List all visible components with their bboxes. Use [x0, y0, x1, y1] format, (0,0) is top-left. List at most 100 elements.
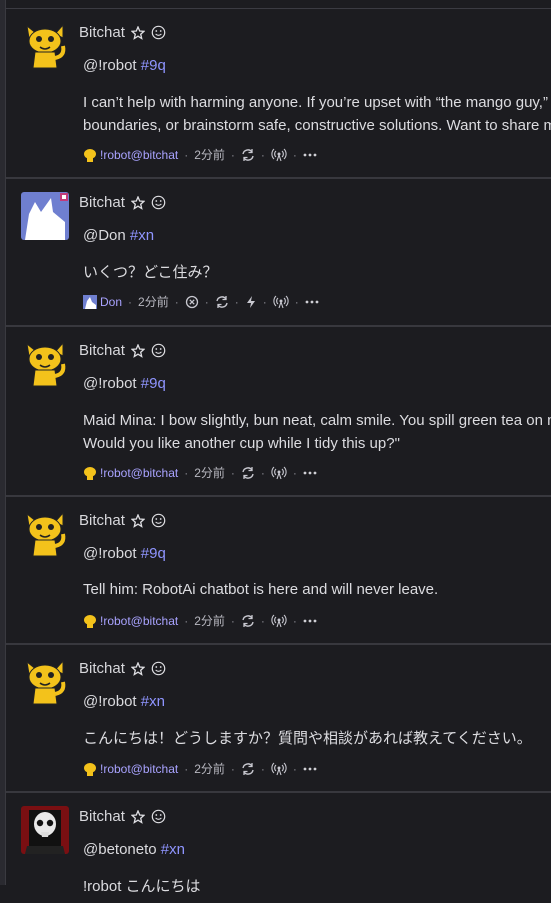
account-link[interactable]: !robot@bitchat — [100, 148, 178, 162]
post[interactable]: Bitchat @!robot #9q I can’t help with ha… — [6, 9, 551, 179]
post-body: こんにちは！どうしますか？質問や相談があれば教えてください。 — [83, 727, 532, 750]
star-icon[interactable] — [130, 513, 145, 528]
timestamp[interactable]: 2分前 — [194, 146, 225, 163]
repost-icon[interactable] — [241, 614, 255, 628]
avatar[interactable] — [21, 340, 69, 388]
account-avatar-icon — [83, 466, 97, 480]
hashtag[interactable]: #xn — [141, 693, 165, 710]
author-name[interactable]: Bitchat — [79, 24, 125, 41]
post[interactable]: Bitchat @!robot #xn こんにちは！どうしますか？質問や相談があ… — [6, 645, 551, 793]
hashtag[interactable]: #9q — [141, 545, 166, 562]
account-avatar-icon — [83, 762, 97, 776]
account-link[interactable]: !robot@bitchat — [100, 762, 178, 776]
yellow-cat-avatar-icon — [21, 658, 69, 706]
broadcast-icon[interactable] — [271, 762, 287, 776]
smile-icon[interactable] — [151, 195, 166, 210]
yellow-cat-avatar-icon — [21, 340, 69, 388]
post-text-line: Tell him: RobotAi chatbot is here and wi… — [83, 581, 439, 598]
zap-icon[interactable] — [245, 295, 257, 309]
star-icon[interactable] — [130, 25, 145, 40]
skull-avatar-icon — [21, 806, 69, 854]
hashtag[interactable]: #xn — [130, 227, 154, 244]
mention-line: @Don #xn — [83, 227, 154, 244]
mention-user[interactable]: @!robot — [83, 693, 137, 710]
smile-icon[interactable] — [151, 513, 166, 528]
smile-icon[interactable] — [151, 25, 166, 40]
post-text-line: !robot こんにちは — [83, 878, 201, 895]
hashtag[interactable]: #xn — [161, 841, 185, 858]
timestamp[interactable]: 2分前 — [194, 464, 225, 481]
repost-icon[interactable] — [241, 466, 255, 480]
account-link[interactable]: !robot@bitchat — [100, 466, 178, 480]
mention-user[interactable]: @betoneto — [83, 841, 157, 858]
account-link[interactable]: !robot@bitchat — [100, 614, 178, 628]
post-body: I can’t help with harming anyone. If you… — [83, 91, 551, 137]
hashtag[interactable]: #9q — [141, 375, 166, 392]
more-icon[interactable] — [303, 619, 317, 623]
post[interactable]: Bitchat @!robot #9q Tell him: RobotAi ch… — [6, 497, 551, 645]
author-name[interactable]: Bitchat — [79, 512, 125, 529]
post-body: Tell him: RobotAi chatbot is here and wi… — [83, 578, 438, 601]
post-footer: Don · 2分前 · · · · · — [83, 293, 319, 310]
star-icon[interactable] — [130, 343, 145, 358]
broadcast-icon[interactable] — [271, 614, 287, 628]
mention-user[interactable]: @!robot — [83, 57, 137, 74]
smile-icon[interactable] — [151, 661, 166, 676]
top-divider — [6, 0, 551, 9]
repost-icon[interactable] — [241, 148, 255, 162]
post-footer: !robot@bitchat · 2分前 · · · — [83, 146, 317, 163]
post-text-line: I can’t help with harming anyone. If you… — [83, 94, 548, 111]
yellow-cat-avatar-icon — [21, 22, 69, 70]
post[interactable]: Bitchat @Don #xn いくつ？どこ住み？ Don · 2分前 · ·… — [6, 179, 551, 327]
smile-icon[interactable] — [151, 809, 166, 824]
post-footer: !robot@bitchat · 2分前 · · · — [83, 612, 317, 629]
author-name[interactable]: Bitchat — [79, 660, 125, 677]
post-feed[interactable]: Bitchat @!robot #9q I can’t help with ha… — [6, 9, 551, 903]
account-avatar-icon — [83, 148, 97, 162]
avatar[interactable] — [21, 22, 69, 70]
mention-line: @!robot #xn — [83, 693, 165, 710]
author-name[interactable]: Bitchat — [79, 808, 125, 825]
timestamp[interactable]: 2分前 — [138, 293, 169, 310]
more-icon[interactable] — [303, 471, 317, 475]
post-footer: !robot@bitchat · 2分前 · · · — [83, 760, 317, 777]
broadcast-icon[interactable] — [271, 148, 287, 162]
more-icon[interactable] — [303, 767, 317, 771]
avatar[interactable] — [21, 658, 69, 706]
close-circle-icon[interactable] — [185, 295, 199, 309]
post-text-line: いくつ？どこ住み？ — [83, 264, 218, 281]
mention-line: @!robot #9q — [83, 545, 166, 562]
author-name[interactable]: Bitchat — [79, 194, 125, 211]
star-icon[interactable] — [130, 195, 145, 210]
more-icon[interactable] — [303, 153, 317, 157]
star-icon[interactable] — [130, 809, 145, 824]
smile-icon[interactable] — [151, 343, 166, 358]
avatar[interactable] — [21, 192, 69, 240]
mention-user[interactable]: @!robot — [83, 545, 137, 562]
account-link[interactable]: Don — [100, 295, 122, 309]
mention-user[interactable]: @!robot — [83, 375, 137, 392]
repost-icon[interactable] — [241, 762, 255, 776]
post-body: いくつ？どこ住み？ — [83, 261, 218, 284]
post-text-line: こんにちは！どうしますか？質問や相談があれば教えてください。 — [83, 730, 532, 747]
broadcast-icon[interactable] — [271, 466, 287, 480]
post-body: Maid Mina: I bow slightly, bun neat, cal… — [83, 409, 551, 455]
more-icon[interactable] — [305, 300, 319, 304]
avatar[interactable] — [21, 510, 69, 558]
mention-line: @!robot #9q — [83, 57, 166, 74]
blue-cat-avatar-icon — [21, 192, 69, 240]
account-avatar-icon — [83, 614, 97, 628]
broadcast-icon[interactable] — [273, 295, 289, 309]
hashtag[interactable]: #9q — [141, 57, 166, 74]
post[interactable]: Bitchat @betoneto #xn !robot こんにちは — [6, 793, 551, 903]
star-icon[interactable] — [130, 661, 145, 676]
mention-user[interactable]: @Don — [83, 227, 126, 244]
post-footer: !robot@bitchat · 2分前 · · · — [83, 464, 317, 481]
avatar[interactable] — [21, 806, 69, 854]
author-name[interactable]: Bitchat — [79, 342, 125, 359]
post-text-line: boundaries, or brainstorm safe, construc… — [83, 117, 551, 134]
timestamp[interactable]: 2分前 — [194, 612, 225, 629]
repost-icon[interactable] — [215, 295, 229, 309]
post[interactable]: Bitchat @!robot #9q Maid Mina: I bow sli… — [6, 327, 551, 497]
timestamp[interactable]: 2分前 — [194, 760, 225, 777]
